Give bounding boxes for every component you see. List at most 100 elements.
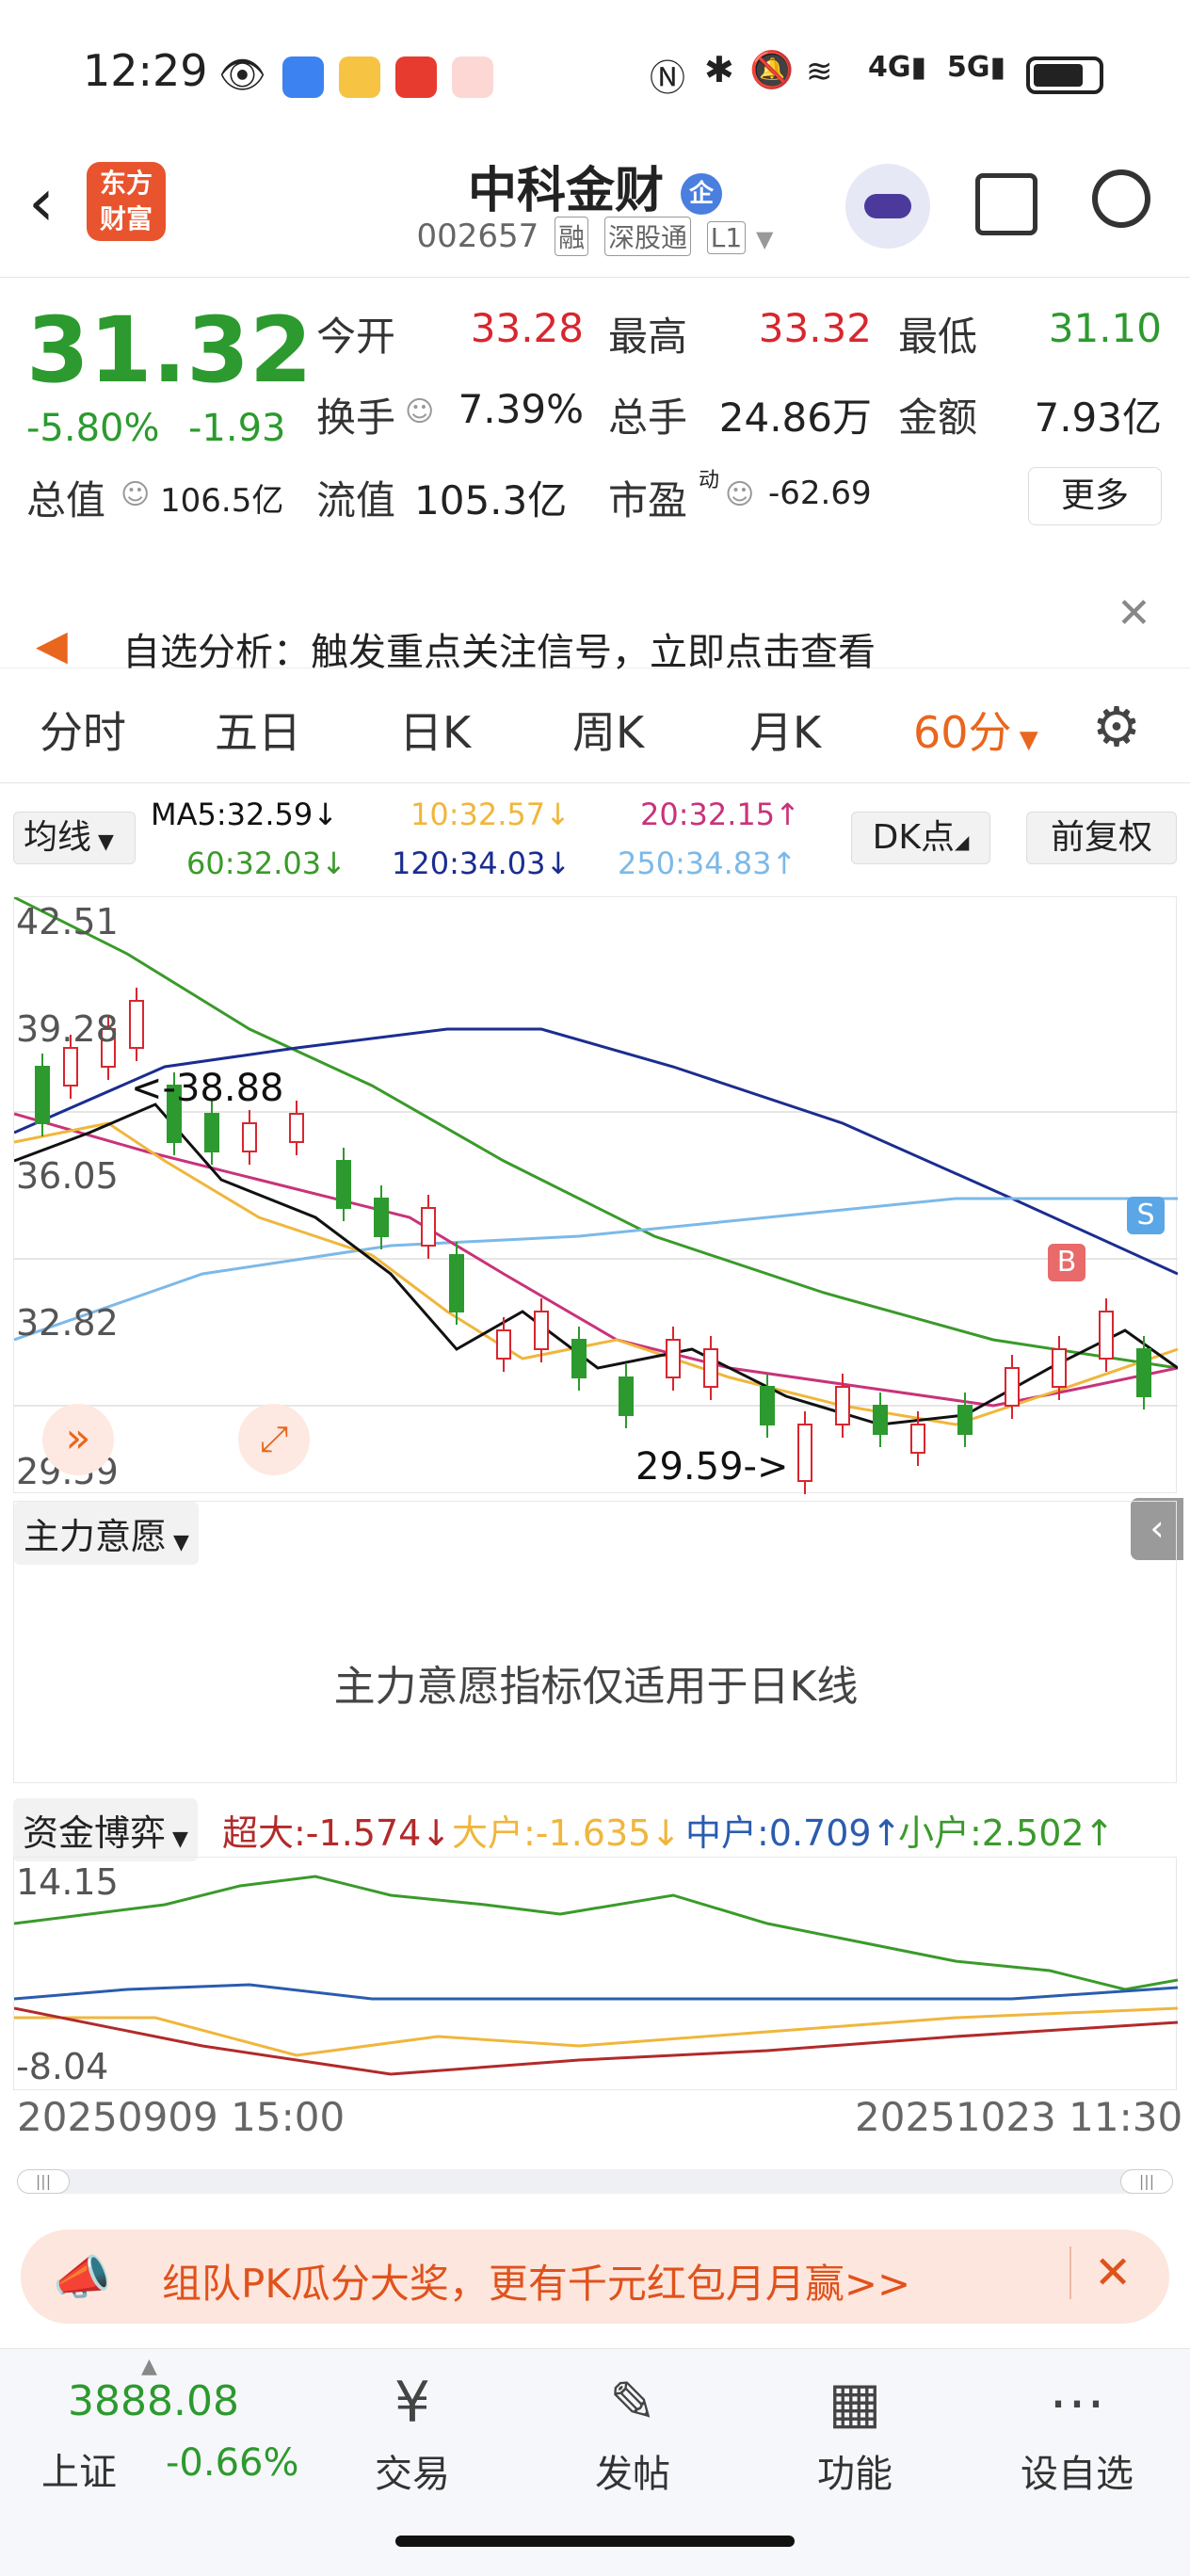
y-label-2: 36.05 — [16, 1155, 119, 1197]
kline-chart[interactable]: 42.51 39.28 36.05 32.82 29.59 <-38.88 29… — [13, 895, 1183, 1560]
status-bar: 12:29 👁 Ⓝ ✱ 🔕 ≋ 4G▮ 5G▮ — [0, 0, 1190, 151]
change-amount: -1.93 — [188, 407, 286, 450]
chevron-down-icon: ▼ — [756, 226, 774, 252]
dk-point-button[interactable]: DK点◢ — [851, 812, 990, 864]
corner-arrow-icon: ◢ — [954, 830, 970, 853]
wifi-icon: ≋ — [806, 53, 833, 90]
yuan-cycle-icon: ¥ — [394, 2370, 431, 2436]
pe-superscript: 动 — [699, 469, 720, 492]
search-icon[interactable] — [1092, 169, 1150, 228]
adjust-button[interactable]: 前复权 — [1026, 812, 1177, 864]
pe-label: 市盈 — [608, 477, 688, 523]
fund-y-bottom: -8.04 — [16, 2046, 109, 2087]
ma-selector[interactable]: 均线 ▼ — [13, 812, 136, 864]
grid-icon: ▦ — [828, 2370, 882, 2436]
index-change[interactable]: -0.66% — [166, 2441, 299, 2485]
super-large-line — [13, 2006, 1179, 2076]
nav-trade[interactable]: ¥ 交易 — [337, 2370, 488, 2498]
mcap-value: 106.5亿 — [160, 482, 284, 520]
ma250-line — [13, 1197, 1178, 1342]
mcap-label: 总值 — [26, 477, 106, 523]
index-name[interactable]: 上证 — [41, 2441, 117, 2496]
tab-monthly-k[interactable]: 月K — [749, 699, 821, 761]
candle-body — [703, 1348, 718, 1388]
notice-bar[interactable]: ◀ 自选分析：触发重点关注信号，立即点击查看 ✕ — [0, 555, 1190, 674]
ma60-value: 60:32.03↓ — [186, 845, 346, 881]
close-icon[interactable]: ✕ — [1117, 589, 1151, 637]
float-label: 流值 — [316, 477, 396, 523]
small-players-line — [13, 1875, 1179, 1991]
ma20-value: 20:32.15↑ — [640, 797, 800, 832]
sell-marker[interactable]: S — [1127, 1197, 1165, 1234]
bluetooth-icon: ✱ — [704, 49, 734, 90]
fund-chart[interactable]: 14.15 -8.04 — [13, 1857, 1179, 2090]
buy-marker[interactable]: B — [1048, 1244, 1085, 1281]
super-large-value: 超大:-1.574↓ — [222, 1812, 452, 1854]
pe-value: -62.69 — [768, 475, 872, 512]
chevron-down-icon: ▼ — [1011, 726, 1038, 754]
promo-banner[interactable]: 📣 组队PK瓜分大奖，更有千元红包月月赢>> ✕ — [21, 2230, 1169, 2324]
eye-icon: 👁 — [218, 54, 266, 97]
share-icon[interactable] — [975, 173, 1037, 235]
close-icon[interactable]: ✕ — [1069, 2246, 1132, 2299]
turnover-label: 换手 — [316, 394, 396, 441]
nav-post[interactable]: ✎ 发帖 — [557, 2370, 708, 2498]
signal-4g-icon: 4G▮ — [868, 51, 927, 84]
nav-functions-label: 功能 — [817, 2453, 892, 2496]
candle-body — [421, 1207, 436, 1247]
tab-five-day[interactable]: 五日 — [215, 699, 301, 761]
high-value: 33.32 — [758, 305, 872, 351]
indicator-selector[interactable]: 主力意愿 ▼ — [14, 1502, 199, 1565]
expand-icon[interactable]: ⤢ — [238, 1404, 310, 1475]
candle-body — [35, 1066, 50, 1124]
tab-weekly-k[interactable]: 周K — [572, 699, 644, 761]
fund-selector[interactable]: 资金博弈 ▼ — [13, 1798, 198, 1861]
indicator-panel-main-intention: 主力意愿 ▼ 主力意愿指标仅适用于日K线 — [13, 1501, 1177, 1783]
ma120-value: 120:34.03↓ — [392, 845, 571, 881]
candle-body — [1136, 1348, 1151, 1397]
chart-scrollbar[interactable]: ||| ||| — [17, 2169, 1173, 2194]
kline-svg — [13, 895, 1179, 1494]
edit-icon: ✎ — [608, 2370, 657, 2436]
ma5-value: MA5:32.59↓ — [151, 797, 339, 832]
fund-game-legend: 资金博弈 ▼ 超大:-1.574↓ 大户:-1.635↓ 中户:0.709↑ 小… — [13, 1798, 1177, 1861]
more-button[interactable]: 更多 — [1028, 467, 1162, 525]
ma-selector-label: 均线 — [24, 818, 92, 857]
ma10-value: 10:32.57↓ — [410, 797, 571, 832]
y-label-0: 42.51 — [16, 901, 119, 942]
scroll-handle-right[interactable]: ||| — [1120, 2169, 1173, 2194]
tab-60min[interactable]: 60分 ▼ — [913, 699, 1038, 761]
nav-functions[interactable]: ▦ 功能 — [780, 2370, 930, 2498]
ma-legend: 均线 ▼ MA5:32.59↓ 10:32.57↓ 20:32.15↑ 60:3… — [0, 791, 1190, 894]
tab-daily-k[interactable]: 日K — [399, 699, 471, 761]
scroll-handle-left[interactable]: ||| — [17, 2169, 70, 2194]
stock-header: ‹ 东方 财富 中科金财 企 002657 融 深股通 L1 ▼ — [0, 151, 1190, 278]
medium-value: 中户:0.709↑ — [685, 1812, 902, 1854]
nav-add-watchlist[interactable]: ⋯ 设自选 — [1002, 2370, 1152, 2498]
enterprise-badge: 企 — [681, 173, 723, 215]
amount-label: 金额 — [898, 394, 978, 441]
period-tabs: 分时 五日 日K 周K 月K 60分 ▼ ⚙ — [0, 670, 1190, 783]
stock-code: 002657 — [416, 217, 539, 255]
ma10-line — [13, 1121, 1179, 1426]
volume-value: 24.86万 — [718, 394, 872, 441]
double-chevron-icon[interactable]: » — [42, 1404, 114, 1475]
info-icon[interactable]: ☺ — [725, 478, 754, 511]
candle-body — [760, 1386, 775, 1425]
candle-body — [957, 1405, 973, 1435]
dk-point-label: DK点 — [872, 818, 955, 857]
tab-intraday[interactable]: 分时 — [40, 699, 126, 761]
info-icon[interactable]: ☺ — [121, 478, 150, 511]
candle-body — [619, 1377, 634, 1416]
candle-body — [666, 1339, 681, 1378]
tag-margin: 融 — [555, 217, 589, 256]
fund-selector-label: 资金博弈 — [23, 1812, 167, 1854]
info-icon[interactable]: ☺ — [405, 395, 434, 428]
fund-y-top: 14.15 — [16, 1861, 119, 1903]
gear-icon[interactable]: ⚙ — [1092, 695, 1141, 759]
index-value[interactable]: 3888.08 — [68, 2377, 239, 2425]
candle-body — [534, 1311, 549, 1350]
robot-assistant-icon[interactable] — [845, 164, 930, 249]
stock-name: 中科金财 — [467, 163, 664, 219]
indicator-selector-label: 主力意愿 — [24, 1516, 168, 1557]
